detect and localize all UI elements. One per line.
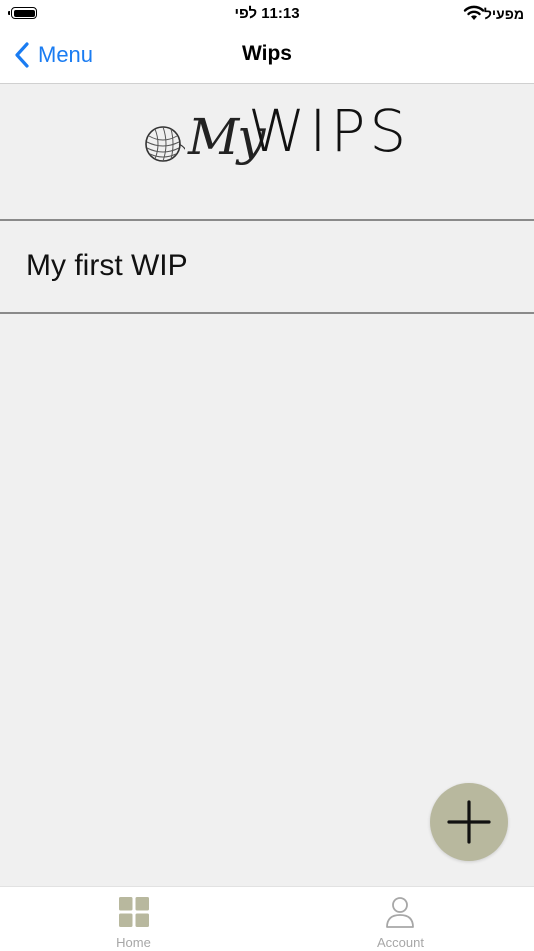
- divider-bottom: [0, 312, 534, 314]
- tab-account[interactable]: Account: [267, 887, 534, 951]
- tab-account-label: Account: [377, 935, 424, 950]
- status-time: 11:13 לפי: [234, 5, 300, 22]
- carrier-label: מפעיל: [483, 6, 524, 22]
- tab-bar: Home Account: [0, 886, 534, 951]
- grid-icon: [119, 897, 149, 927]
- status-bar: 11:13 לפי מפעיל: [0, 0, 534, 28]
- person-icon: [386, 897, 414, 928]
- tab-home-label: Home: [116, 935, 151, 950]
- tab-home[interactable]: Home: [0, 887, 267, 951]
- wifi-icon: [463, 5, 485, 20]
- plus-icon: [447, 800, 491, 844]
- list-item[interactable]: My first WIP: [0, 221, 534, 312]
- add-wip-button[interactable]: [430, 783, 508, 861]
- page-title: Wips: [242, 42, 292, 65]
- list-item-label: My first WIP: [26, 249, 188, 282]
- navigation-bar: Menu Wips: [0, 28, 534, 84]
- yarn-ball-icon: [145, 126, 185, 162]
- logo-main-text: WIPS: [248, 97, 411, 165]
